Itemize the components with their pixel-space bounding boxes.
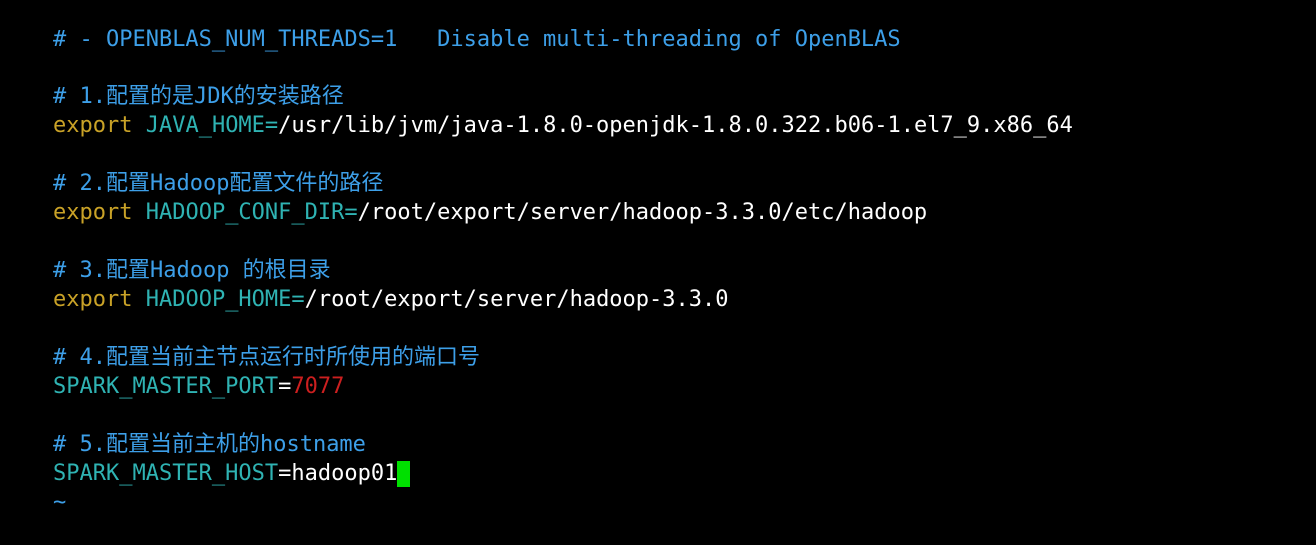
comment-openblas-text: # - OPENBLAS_NUM_THREADS=1 Disable multi…	[52, 27, 901, 52]
java-home-value: /usr/lib/jvm/java-1.8.0-openjdk-1.8.0.32…	[278, 113, 1073, 138]
spark-master-port-variable: SPARK_MASTER_PORT	[52, 374, 279, 399]
hadoop-home-variable: HADOOP_HOME=	[145, 287, 305, 312]
spark-master-host-value: hadoop01	[291, 461, 398, 486]
spark-master-host-line: SPARK_MASTER_HOST=hadoop01	[0, 432, 411, 487]
hadoop-home-value: /root/export/server/hadoop-3.3.0	[304, 287, 729, 312]
text-cursor	[397, 461, 411, 487]
equals-sign: =	[278, 461, 292, 486]
hadoop-conf-dir-variable: HADOOP_CONF_DIR=	[145, 200, 358, 225]
spark-master-port-value: 7077	[291, 374, 345, 399]
comment-hadoop-home: # 3.配置Hadoop 的根目录	[0, 229, 331, 283]
spark-master-port-line: SPARK_MASTER_PORT=7077	[0, 345, 344, 399]
export-keyword: export	[52, 287, 133, 312]
comment-openblas: # - OPENBLAS_NUM_THREADS=1 Disable multi…	[0, 0, 901, 52]
export-hadoop-conf-dir: export HADOOP_CONF_DIR=/root/export/serv…	[0, 171, 927, 225]
export-keyword: export	[52, 200, 133, 225]
comment-jdk: # 1.配置的是JDK的安装路径	[0, 55, 344, 109]
export-hadoop-home: export HADOOP_HOME=/root/export/server/h…	[0, 258, 729, 312]
terminal-editor[interactable]: # - OPENBLAS_NUM_THREADS=1 Disable multi…	[0, 0, 1316, 515]
export-keyword: export	[52, 113, 133, 138]
comment-master-host: # 5.配置当前主机的hostname	[0, 403, 366, 457]
spark-master-host-variable: SPARK_MASTER_HOST	[52, 461, 279, 486]
comment-hadoop-conf: # 2.配置Hadoop配置文件的路径	[0, 142, 383, 196]
equals-sign: =	[278, 374, 292, 399]
hadoop-conf-dir-value: /root/export/server/hadoop-3.3.0/etc/had…	[357, 200, 928, 225]
empty-line-tilde: ~	[0, 461, 66, 515]
java-home-variable: JAVA_HOME=	[145, 113, 279, 138]
comment-master-port: # 4.配置当前主节点运行时所使用的端口号	[0, 316, 480, 370]
export-java-home: export JAVA_HOME=/usr/lib/jvm/java-1.8.0…	[0, 84, 1073, 138]
tilde-marker: ~	[52, 490, 67, 515]
